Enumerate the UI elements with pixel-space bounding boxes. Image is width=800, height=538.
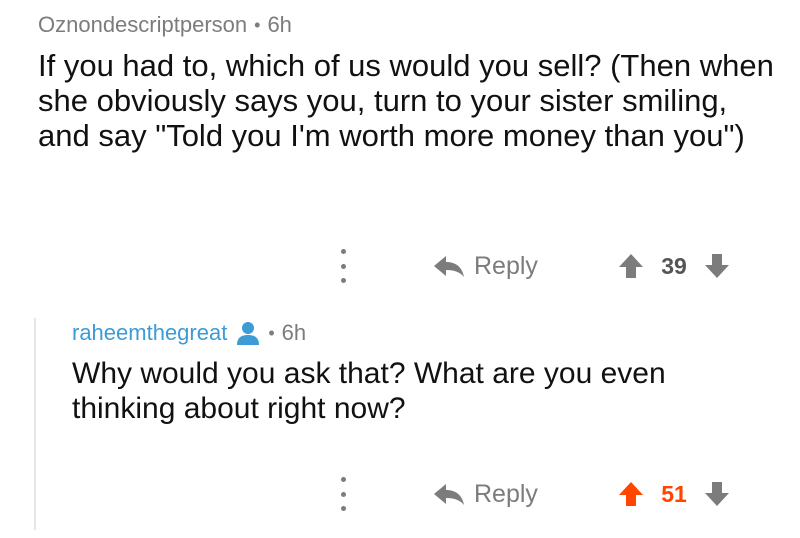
comment-timestamp: 6h [267, 12, 292, 37]
more-options-icon[interactable] [333, 477, 353, 511]
comment-meta: raheemthegreat • 6h [72, 318, 772, 348]
downvote-icon[interactable] [704, 481, 730, 507]
more-options-icon[interactable] [333, 249, 353, 283]
comment-timestamp: 6h [281, 320, 307, 345]
downvote-icon[interactable] [704, 253, 730, 279]
reply-label: Reply [474, 251, 538, 280]
comment-actions: Reply 39 [0, 248, 800, 284]
user-profile-icon [237, 322, 260, 345]
upvote-icon[interactable] [618, 481, 644, 507]
comment-reply: raheemthegreat • 6h Why would you ask th… [72, 318, 772, 426]
vote-controls: 39 [618, 253, 730, 280]
reply-icon [434, 256, 464, 277]
upvote-icon[interactable] [618, 253, 644, 279]
vote-score: 39 [661, 252, 687, 279]
comment-parent: Oznondescriptperson • 6h If you had to, … [38, 10, 778, 153]
comment-author[interactable]: raheemthegreat [72, 318, 227, 348]
comment-body: Why would you ask that? What are you eve… [72, 357, 666, 425]
comment-actions: Reply 51 [0, 476, 800, 512]
comment-body: If you had to, which of us would you sel… [38, 48, 774, 153]
separator-dot: • [254, 15, 261, 35]
vote-score: 51 [661, 480, 687, 507]
reply-button[interactable]: Reply [432, 252, 538, 281]
comment-meta: Oznondescriptperson • 6h [38, 10, 778, 40]
reply-label: Reply [474, 479, 538, 508]
vote-controls: 51 [618, 481, 730, 508]
comment-author[interactable]: Oznondescriptperson [38, 10, 247, 40]
separator-dot: • [268, 323, 275, 343]
reply-icon [434, 484, 464, 505]
reply-button[interactable]: Reply [432, 480, 538, 509]
